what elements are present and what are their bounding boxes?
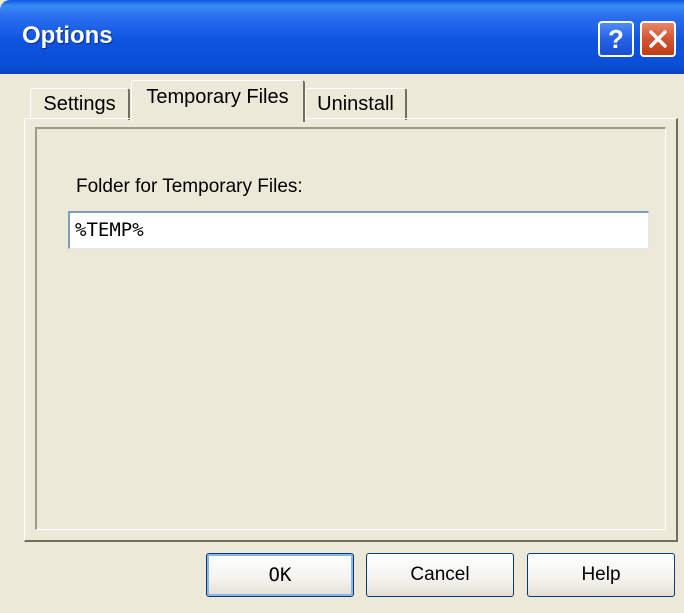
tab-temporary-files[interactable]: Temporary Files: [131, 80, 305, 122]
help-button[interactable]: Help: [527, 553, 675, 597]
title-bar[interactable]: Options ?: [0, 0, 684, 74]
cancel-button[interactable]: Cancel: [366, 553, 514, 597]
close-icon[interactable]: [640, 21, 676, 57]
help-button-glyph: ?: [608, 23, 624, 54]
tab-settings-label: Settings: [43, 93, 116, 115]
temp-folder-input[interactable]: %TEMP%: [68, 211, 649, 249]
tab-uninstall[interactable]: Uninstall: [305, 88, 407, 120]
help-icon[interactable]: ?: [598, 21, 634, 57]
close-glyph: [649, 30, 667, 48]
tab-settings[interactable]: Settings: [30, 88, 130, 120]
folder-label: Folder for Temporary Files:: [76, 176, 303, 197]
ok-button[interactable]: OK: [206, 553, 354, 597]
tab-temporary-files-label: Temporary Files: [146, 86, 289, 108]
tab-uninstall-label: Uninstall: [317, 93, 394, 115]
window-title: Options: [22, 22, 113, 49]
options-dialog: Options ? Settings Temporary Files Unins…: [0, 0, 684, 613]
